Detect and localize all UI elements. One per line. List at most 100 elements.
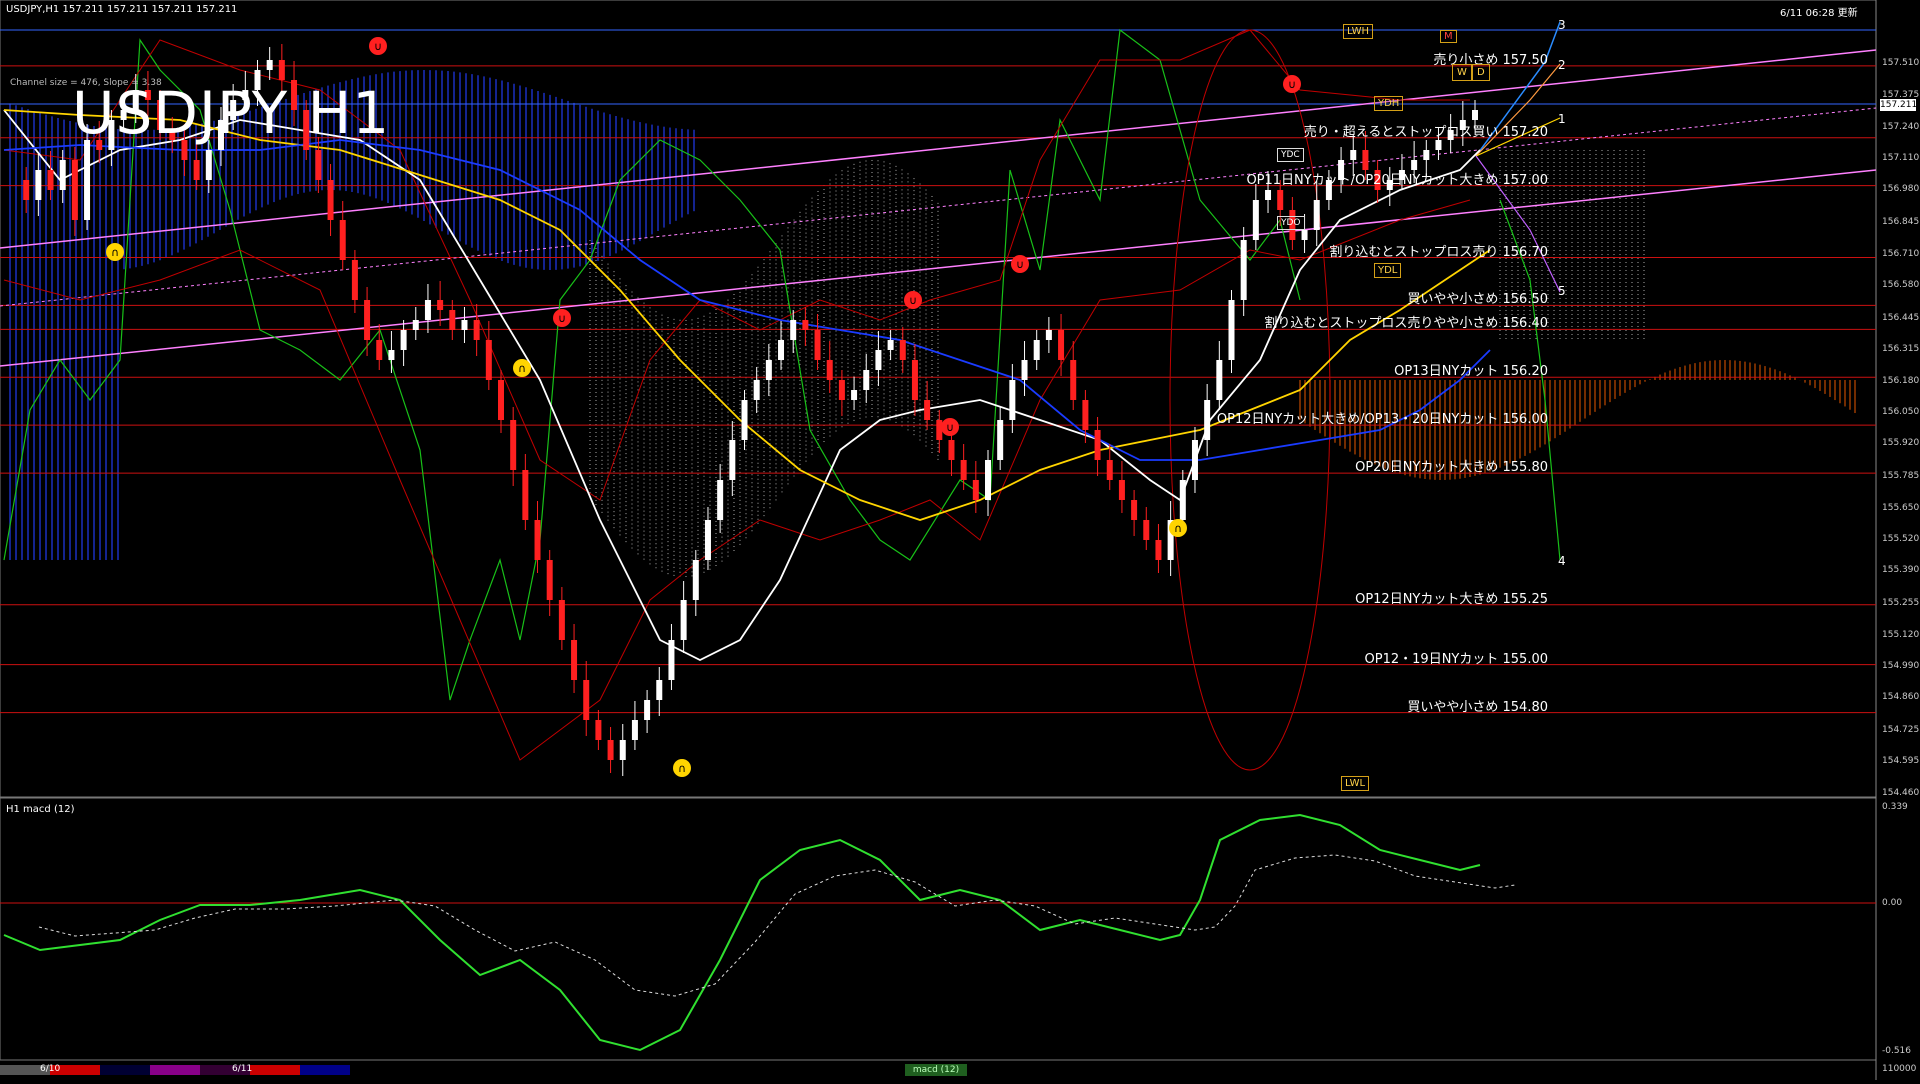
candle-body xyxy=(997,420,1004,460)
candle-body xyxy=(1094,430,1101,460)
chart-stage: ∩ ∩ ∩ ∩ ∪ ∪ ∪ ∪ ∪ ∪ xyxy=(0,0,1920,1080)
candle-body xyxy=(960,460,967,480)
y-tick-label: 157.510 xyxy=(1882,57,1920,68)
y-tick-label: 156.580 xyxy=(1882,280,1920,291)
y-tick-label: 156.980 xyxy=(1882,184,1920,195)
candle-body xyxy=(412,320,419,330)
symbol-header: USDJPY,H1 157.211 157.211 157.211 157.21… xyxy=(6,4,238,15)
candle-body xyxy=(985,460,991,500)
candle-body xyxy=(571,640,578,680)
candle-body xyxy=(1277,190,1284,210)
candle-body xyxy=(1362,150,1369,170)
projection-4: 4 xyxy=(1558,554,1566,568)
level-label: 買いやや小さめ 154.80 xyxy=(1407,699,1548,715)
candle-body xyxy=(936,420,943,440)
candle-body xyxy=(1179,480,1186,520)
y-tick-label: 156.445 xyxy=(1882,312,1920,323)
level-label: OP13日NYカット 156.20 xyxy=(1394,364,1548,380)
y-tick-label: 154.725 xyxy=(1882,724,1920,735)
session-bar xyxy=(150,1065,200,1075)
y-tick-label: 154.860 xyxy=(1882,692,1920,703)
current-price-tag: 157.211 xyxy=(1880,99,1918,111)
date-6-11: 6/11 xyxy=(232,1064,253,1074)
macd-tick-bottom: -0.516 xyxy=(1882,1046,1912,1056)
timestamp-label: 6/11 06:28 更新 xyxy=(1780,8,1858,19)
candle-body xyxy=(205,150,212,180)
candle-body xyxy=(631,720,638,740)
candle-body xyxy=(71,160,78,220)
candle-body xyxy=(1228,300,1235,360)
macd-tab[interactable]: macd (12) xyxy=(905,1064,967,1076)
macd-line xyxy=(3,813,1481,1052)
candle-body xyxy=(522,470,529,520)
candle-body xyxy=(47,170,54,190)
candle-body xyxy=(1216,360,1223,400)
level-label: OP11日NYカット/OP20日NYカット大きめ 157.00 xyxy=(1246,172,1548,188)
candle-body xyxy=(193,160,200,180)
y-tick-label: 156.050 xyxy=(1882,407,1920,418)
candle-body xyxy=(35,170,42,200)
candle-body xyxy=(704,520,711,560)
candle-body xyxy=(644,700,651,720)
candle-body xyxy=(972,480,979,500)
candle-body xyxy=(899,340,906,360)
macd-tick-top: 0.339 xyxy=(1882,802,1908,812)
candle-body xyxy=(1265,190,1272,200)
level-label: 売り・超えるとストップロス買い 157.20 xyxy=(1303,124,1548,140)
macd-title: H1 macd (12) xyxy=(6,804,75,815)
ydc-box: YDC xyxy=(1277,148,1304,162)
candle-body xyxy=(619,740,626,760)
y-tick-label: 155.920 xyxy=(1882,438,1920,449)
candle-body xyxy=(1240,240,1247,300)
candle-body xyxy=(473,320,480,340)
candle-body xyxy=(339,220,346,260)
candle-body xyxy=(1106,460,1113,480)
candle-body xyxy=(790,320,797,340)
candle-body xyxy=(1131,500,1138,520)
level-label: OP12日NYカット大きめ 155.25 xyxy=(1355,591,1548,607)
candle-body xyxy=(680,600,687,640)
y-tick-label: 156.845 xyxy=(1882,216,1920,227)
monthly-marker: M xyxy=(1440,30,1457,43)
lwh-box: LWH xyxy=(1343,24,1374,39)
daily-box: D xyxy=(1472,64,1490,81)
candle-body xyxy=(278,60,285,80)
session-bar xyxy=(250,1065,300,1075)
candle-body xyxy=(1423,150,1430,160)
candle-body xyxy=(266,60,273,70)
candle-body xyxy=(1082,400,1089,430)
level-label: OP20日NYカット大きめ 155.80 xyxy=(1355,460,1548,476)
candle-body xyxy=(1204,400,1211,440)
macd-signal-line xyxy=(38,854,1516,997)
candle-body xyxy=(1143,520,1150,540)
candle-body xyxy=(765,360,772,380)
candle-body xyxy=(802,320,809,330)
y-tick-label: 156.315 xyxy=(1882,343,1920,354)
candle-body xyxy=(351,260,358,300)
candle-body xyxy=(583,680,590,720)
candle-body xyxy=(84,140,91,220)
y-tick-label: 154.460 xyxy=(1882,788,1920,798)
candle-body xyxy=(1033,340,1040,360)
candle-body xyxy=(741,400,748,440)
fractal-arrow: ∩ xyxy=(111,246,119,259)
channel-info: Channel size = 476, Slope = 3.38 xyxy=(10,78,162,88)
candle-body xyxy=(863,370,870,390)
candle-body xyxy=(717,480,724,520)
candle-body xyxy=(753,380,760,400)
candle-body xyxy=(1472,110,1478,120)
candle-body xyxy=(558,600,565,640)
price-chart-svg: ∩ ∩ ∩ ∩ ∪ ∪ ∪ ∪ ∪ ∪ xyxy=(0,0,1877,1080)
fractal-arrow: ∪ xyxy=(1016,258,1024,271)
candle-body xyxy=(1435,140,1442,150)
candle-body xyxy=(1021,360,1028,380)
candle-body xyxy=(948,440,955,460)
ydh-box: YDH xyxy=(1374,96,1404,111)
y-tick-label: 154.595 xyxy=(1882,755,1920,766)
channel-lower xyxy=(0,169,1877,367)
candle-body xyxy=(656,680,663,700)
fractal-arrow: ∪ xyxy=(558,312,566,325)
candle-body xyxy=(1118,480,1125,500)
candle-body xyxy=(1045,330,1052,340)
candle-body xyxy=(887,340,894,350)
